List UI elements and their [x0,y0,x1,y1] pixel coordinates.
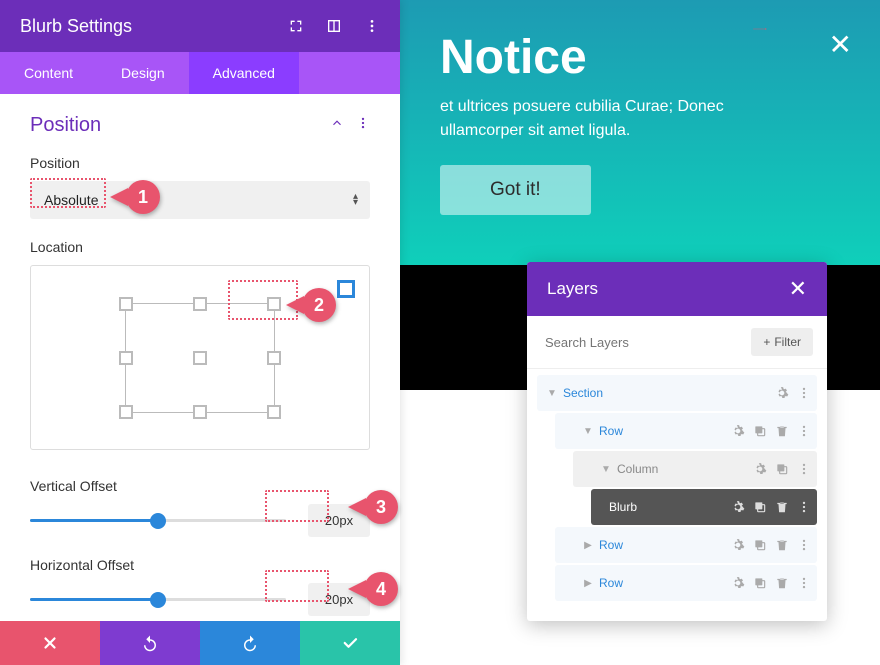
annotation-arrow [712,28,808,30]
horizontal-offset-slider[interactable] [30,591,286,609]
tab-design[interactable]: Design [97,52,189,94]
callout-1: 1 [126,180,160,214]
duplicate-icon[interactable] [753,424,767,438]
trash-icon[interactable] [775,500,789,514]
hero-notice: Notice et ultrices posuere cubilia Curae… [400,0,880,265]
layers-title: Layers [547,279,789,299]
more-icon[interactable] [797,576,811,590]
plus-icon: + [763,335,770,349]
anchor-top-left[interactable] [119,297,133,311]
gear-icon[interactable] [731,576,745,590]
more-icon[interactable] [797,538,811,552]
callout-2: 2 [302,288,336,322]
duplicate-icon[interactable] [753,500,767,514]
more-icon[interactable] [797,386,811,400]
settings-panel: Blurb Settings Content Design Advanced P… [0,0,400,665]
gear-icon[interactable] [731,424,745,438]
layers-tree: ▼ Section ▼ Row ▼ Column [527,369,827,621]
layer-column[interactable]: ▼ Column [573,451,817,487]
location-label: Location [30,239,370,255]
gear-icon[interactable] [731,538,745,552]
hero-title: Notice [440,30,840,85]
more-icon[interactable] [364,18,380,34]
duplicate-icon[interactable] [753,538,767,552]
settings-title: Blurb Settings [20,16,288,37]
confirm-button[interactable] [300,621,400,665]
settings-header: Blurb Settings [0,0,400,52]
vertical-offset-label: Vertical Offset [30,478,370,494]
callout-3: 3 [364,490,398,524]
anchor-bottom-center[interactable] [193,405,207,419]
layer-blurb[interactable]: Blurb [591,489,817,525]
layers-panel[interactable]: Layers ✕ +Filter ▼ Section ▼ Row ▼ [527,262,827,621]
tab-content[interactable]: Content [0,52,97,94]
hero-text: et ultrices posuere cubilia Curae; Donec… [440,95,840,143]
duplicate-icon[interactable] [753,576,767,590]
anchor-middle-left[interactable] [119,351,133,365]
action-bar [0,621,400,665]
anchor-top-right[interactable] [267,297,281,311]
duplicate-icon[interactable] [775,462,789,476]
undo-button[interactable] [100,621,200,665]
more-icon[interactable] [797,424,811,438]
redo-button[interactable] [200,621,300,665]
expand-icon[interactable] [288,18,304,34]
settings-body: Position Position ▴▾ Location V [0,94,400,621]
layer-row[interactable]: ▼ Row [555,413,817,449]
anchor-middle-center[interactable] [193,351,207,365]
trash-icon[interactable] [775,424,789,438]
layers-search-input[interactable] [541,328,741,356]
position-select[interactable] [30,181,370,219]
more-icon[interactable] [797,462,811,476]
anchor-bottom-right[interactable] [267,405,281,419]
chevron-right-icon[interactable]: ▶ [581,578,595,589]
panel-layout-icon[interactable] [326,18,342,34]
gear-icon[interactable] [753,462,767,476]
gear-icon[interactable] [731,500,745,514]
got-it-button[interactable]: Got it! [440,165,591,215]
tab-advanced[interactable]: Advanced [189,52,299,94]
horizontal-offset-label: Horizontal Offset [30,557,370,573]
anchor-top-center[interactable] [193,297,207,311]
chevron-up-icon[interactable] [330,116,344,135]
chevron-right-icon[interactable]: ▶ [581,540,595,551]
section-more-icon[interactable] [356,116,370,135]
settings-tabs: Content Design Advanced [0,52,400,94]
cancel-button[interactable] [0,621,100,665]
trash-icon[interactable] [775,576,789,590]
close-icon[interactable]: ✕ [789,276,807,302]
anchor-active-top-right[interactable] [337,280,355,298]
filter-button[interactable]: +Filter [751,328,813,356]
chevron-down-icon[interactable]: ▼ [581,426,595,437]
trash-icon[interactable] [775,538,789,552]
anchor-bottom-left[interactable] [119,405,133,419]
more-icon[interactable] [797,500,811,514]
gear-icon[interactable] [775,386,789,400]
callout-4: 4 [364,572,398,606]
vertical-offset-slider[interactable] [30,512,286,530]
chevron-down-icon[interactable]: ▼ [599,464,613,475]
layer-row[interactable]: ▶ Row [555,565,817,601]
layers-header[interactable]: Layers ✕ [527,262,827,316]
chevron-down-icon[interactable]: ▼ [545,388,559,399]
layer-section[interactable]: ▼ Section [537,375,817,411]
layer-row[interactable]: ▶ Row [555,527,817,563]
anchor-middle-right[interactable] [267,351,281,365]
position-label: Position [30,155,370,171]
section-title-position[interactable]: Position [30,114,330,137]
close-icon[interactable]: ✕ [829,28,852,61]
